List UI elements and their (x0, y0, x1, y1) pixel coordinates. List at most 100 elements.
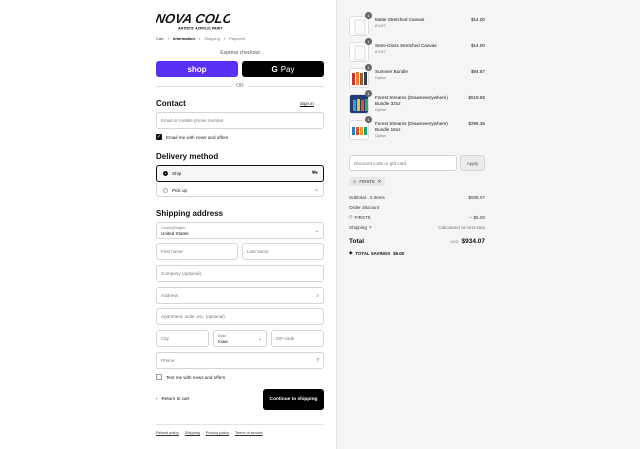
country-select[interactable]: Country/Region United States ⌄ (156, 222, 324, 239)
delivery-option-label: Ship (172, 171, 182, 176)
terms-of-service-link[interactable]: Terms of service (235, 431, 263, 435)
discount-code-row: ◇ FIRST5 – $5.00 (349, 214, 485, 220)
item-variant: 8"x10" (375, 24, 386, 28)
item-price: $296.35 (468, 121, 485, 126)
item-variant: Option (375, 108, 387, 112)
phone-placeholder: Phone (161, 358, 175, 363)
email-news-checkbox[interactable]: ✓ Email me with news and offers (156, 134, 228, 140)
continue-to-shipping-button[interactable]: Continue to shipping (263, 389, 324, 410)
product-thumbnail (349, 94, 369, 114)
phone-field[interactable]: Phone ? (156, 352, 324, 369)
paint-bundle-image (352, 72, 367, 85)
radio-icon (163, 187, 168, 193)
shipping-row: Shipping ? Calculated at next step (349, 225, 485, 230)
brand-name: NOVA COLOR (156, 11, 230, 26)
country-label: Country/Region (161, 226, 186, 230)
express-checkout-label: Express checkout (220, 50, 260, 56)
chevron-left-icon: ‹ (156, 396, 158, 401)
order-discount-label: Order discount (349, 205, 380, 210)
shipping-policy-link[interactable]: Shipping (185, 431, 200, 435)
or-divider: OR (156, 83, 324, 89)
shipping-heading: Shipping address (156, 209, 224, 218)
state-select[interactable]: State Iowa ⌄ (213, 330, 267, 347)
item-name: Summer Bundle (375, 69, 408, 74)
breadcrumb-payment: Payment (229, 36, 245, 41)
close-icon[interactable]: ✕ (378, 179, 382, 185)
email-news-label: Email me with news and offers (166, 134, 229, 140)
applied-discount-tag: ◇ FIRST5 ✕ (349, 177, 386, 186)
subtotal-value: $939.07 (468, 195, 485, 200)
total-row: Total USD $934.07 (349, 238, 485, 245)
total-value: $934.07 (461, 238, 486, 245)
item-variant: Option (375, 76, 387, 80)
item-name: Matte Stretched Canvas (375, 17, 425, 22)
state-label: State (218, 334, 227, 338)
company-field[interactable]: Company (optional) (156, 265, 324, 282)
order-discount-row: Order discount (349, 205, 485, 210)
item-variant: Option (375, 134, 387, 138)
chevron-down-icon: ⌄ (314, 227, 319, 234)
google-pay-button[interactable]: G Pay (242, 61, 324, 77)
sign-in-link[interactable]: Sign in (300, 101, 314, 106)
tag-icon: ◇ (353, 178, 357, 184)
email-field[interactable]: Email or mobile phone number (156, 112, 324, 129)
google-icon: G (271, 64, 278, 74)
cart-item: 1 Semi-Gloss Stretched Canvas 8"x10" $14… (349, 38, 485, 62)
delivery-option-pickup[interactable]: Pick up ⌂ (157, 182, 323, 198)
address-field[interactable]: Address ⌕ (156, 287, 324, 304)
discount-code-field[interactable]: Discount code or gift card (349, 155, 457, 171)
item-variant: 8"x10" (375, 50, 386, 54)
item-price: $519.85 (468, 95, 485, 100)
quantity-badge: 1 (365, 116, 372, 123)
brand-tagline: ARTISTS' ACRYLIC PAINT (178, 27, 223, 31)
google-pay-label: Pay (280, 64, 295, 74)
footer-divider (156, 424, 324, 425)
product-thumbnail (349, 120, 369, 140)
checkbox-checked-icon: ✓ (156, 134, 162, 140)
cart-item: 1 Summer Bundle Option $94.87 (349, 64, 485, 88)
refund-policy-link[interactable]: Refund policy (156, 431, 179, 435)
item-price: $14.00 (470, 17, 485, 22)
total-savings: ◈ TOTAL SAVINGS $5.00 (349, 250, 404, 256)
truck-icon: ⛟ (311, 170, 318, 176)
breadcrumb-shipping: Shipping (204, 36, 220, 41)
shop-pay-button[interactable]: shop (156, 61, 238, 77)
shipping-value: Calculated at next step (438, 225, 485, 230)
store-icon: ⌂ (314, 187, 318, 193)
chevron-down-icon: ⌄ (257, 335, 262, 342)
breadcrumb-cart[interactable]: Cart (156, 36, 164, 41)
contact-heading: Contact (156, 99, 186, 108)
zip-field[interactable]: ZIP code (271, 330, 324, 347)
breadcrumb: Cart › Information › Shipping › Payment (156, 36, 245, 41)
chevron-right-icon: › (167, 36, 169, 41)
discount-code-label: FIRST5 (354, 214, 371, 220)
cart-item: 1 Forest Streams (Drawneverywhere) Bundl… (349, 90, 485, 114)
tag-icon: ◇ (349, 214, 353, 219)
help-circle-icon[interactable]: ? (316, 358, 319, 364)
cart-item: 1 Matte Stretched Canvas 8"x10" $14.00 (349, 12, 485, 36)
subtotal-row: Subtotal · 5 items $939.07 (349, 195, 485, 200)
quantity-badge: 1 (365, 12, 372, 19)
help-circle-icon[interactable]: ? (369, 225, 372, 230)
search-icon: ⌕ (316, 292, 319, 299)
last-name-field[interactable]: Last name (242, 243, 324, 260)
text-news-label: Text me with news and offers (166, 374, 226, 380)
cart-item: 1 Forest Streams (Drawneverywhere) Bundl… (349, 116, 485, 140)
currency-code: USD (450, 240, 459, 244)
total-label: Total (349, 238, 365, 245)
savings-value: $5.00 (393, 250, 405, 256)
checkout-main: NOVA COLOR ARTISTS' ACRYLIC PAINT Cart ›… (0, 0, 336, 449)
quantity-badge: 1 (365, 38, 372, 45)
delivery-option-ship[interactable]: Ship ⛟ (156, 165, 324, 182)
return-to-cart-link[interactable]: ‹ Return to cart (156, 396, 189, 401)
apply-button[interactable]: Apply (460, 155, 485, 171)
subtotal-label: Subtotal · 5 items (349, 195, 385, 200)
breadcrumb-information: Information (172, 36, 195, 41)
first-name-field[interactable]: First name (156, 243, 238, 260)
brand-logo[interactable]: NOVA COLOR ARTISTS' ACRYLIC PAINT (156, 11, 230, 31)
text-news-checkbox[interactable]: Text me with news and offers (156, 374, 225, 380)
chevron-right-icon: › (198, 36, 201, 41)
apartment-field[interactable]: Apartment, suite, etc. (optional) (156, 308, 324, 325)
city-field[interactable]: City (156, 330, 209, 347)
privacy-policy-link[interactable]: Privacy policy (206, 431, 229, 435)
